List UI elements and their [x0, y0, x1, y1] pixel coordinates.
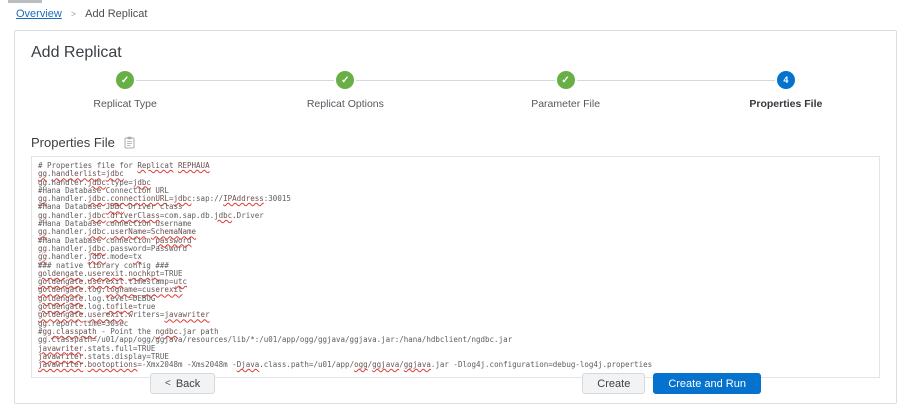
wizard-footer: < Back Create Create and Run — [150, 373, 761, 394]
code-line: goldengate.log.level=DEBUG — [38, 293, 156, 303]
code-line: goldengate.userexit.writers=javawriter — [38, 310, 210, 320]
properties-file-heading: Properties File — [31, 135, 115, 150]
stepper: ✓ Replicat Type ✓ Replicat Options ✓ Paramete… — [15, 71, 896, 121]
create-button-label: Create — [597, 377, 631, 390]
step-label: Replicat Type — [93, 98, 157, 110]
code-line: gg.classpath=/u01/app/ogg/ggjava/resourc… — [38, 335, 513, 345]
stepper-step-parameter-file[interactable]: ✓ Parameter File — [456, 71, 676, 110]
breadcrumb: Overview > Add Replicat — [16, 8, 147, 20]
breadcrumb-link-overview[interactable]: Overview — [16, 8, 62, 20]
stepper-steps: ✓ Replicat Type ✓ Replicat Options ✓ Paramete… — [15, 71, 896, 110]
chevron-left-icon: < — [165, 378, 171, 389]
code-line: javawriter.bootoptions=-Xmx2048m -Xms204… — [38, 360, 653, 370]
breadcrumb-separator: > — [70, 9, 77, 19]
footer-action-buttons: Create Create and Run — [582, 373, 761, 394]
back-button-label: Back — [175, 377, 201, 390]
step-check-icon: ✓ — [336, 71, 355, 89]
step-check-icon: ✓ — [556, 71, 575, 89]
properties-file-editor[interactable]: # Properties file for Replicat REPHAUA gg… — [31, 156, 880, 378]
create-button[interactable]: Create — [582, 373, 646, 394]
breadcrumb-current: Add Replicat — [85, 8, 148, 20]
copy-clipboard-icon[interactable] — [124, 136, 135, 149]
step-label: Properties File — [749, 98, 823, 110]
code-line: goldengate.log.logname=cuserexit — [38, 285, 183, 295]
code-line: gg.handlerlist=jdbc — [38, 169, 124, 179]
properties-file-section-heading: Properties File — [31, 135, 896, 150]
code-line: gg.handler.jdbc.password=Password — [38, 243, 188, 253]
create-and-run-button-label: Create and Run — [668, 377, 746, 390]
code-line: # Properties file for Replicat REPHAUA — [38, 161, 210, 170]
step-check-icon: ✓ — [116, 71, 135, 89]
add-replicat-card: Add Replicat ✓ Replicat Type ✓ Replicat Opt… — [14, 30, 897, 404]
stepper-step-replicat-type[interactable]: ✓ Replicat Type — [15, 71, 235, 110]
create-and-run-button[interactable]: Create and Run — [653, 373, 761, 394]
stepper-step-properties-file[interactable]: 4 Properties File — [676, 71, 896, 110]
back-button[interactable]: < Back — [150, 373, 216, 394]
step-label: Parameter File — [531, 98, 601, 110]
page-title: Add Replicat — [31, 44, 122, 61]
window-edge-artifact — [8, 0, 42, 3]
step-label: Replicat Options — [306, 98, 384, 110]
step-number-badge: 4 — [776, 71, 795, 89]
stepper-step-replicat-options[interactable]: ✓ Replicat Options — [235, 71, 455, 110]
